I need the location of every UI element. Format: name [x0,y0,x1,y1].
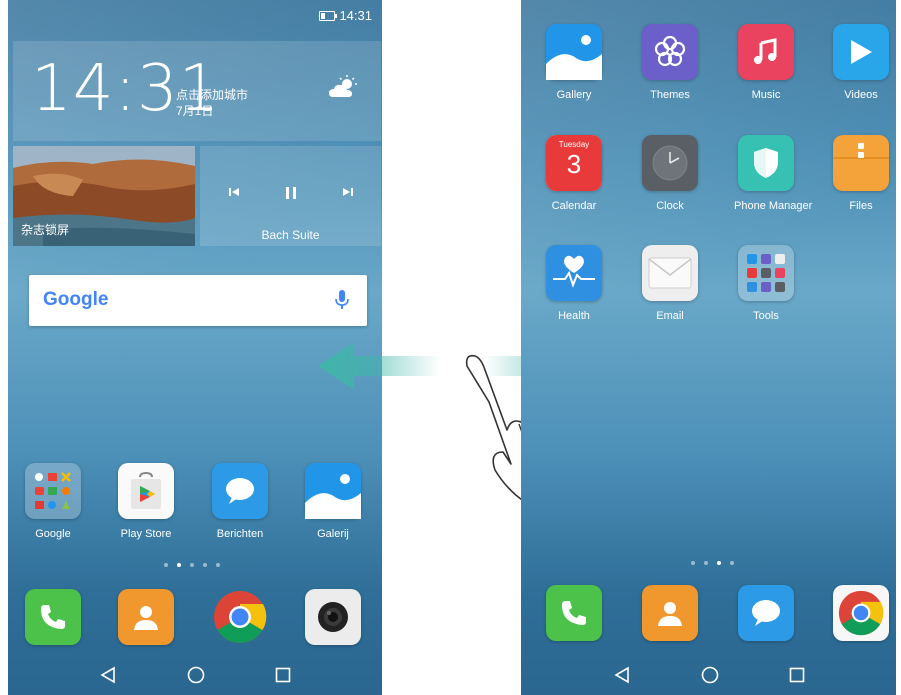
envelope-icon [642,245,698,301]
play-store-icon [118,463,174,519]
page-indicator [164,563,220,567]
app-email[interactable]: Email [638,245,702,322]
app-themes[interactable]: Themes [638,24,702,101]
microphone-icon[interactable] [335,289,349,311]
app-label: Galerij [317,528,349,540]
navigation-bar [8,655,382,695]
status-bar: 14:31 [319,8,372,23]
app-label: Videos [844,89,878,101]
dock-chrome[interactable] [829,585,893,641]
chat-bubble-icon [738,585,794,641]
home-icon[interactable] [701,666,719,684]
dock-messages[interactable] [734,585,798,641]
app-label: Themes [650,89,690,101]
google-logo-text: Google [43,289,109,310]
app-clock[interactable]: Clock [638,135,702,212]
gallery-icon [305,463,361,519]
dock-contacts[interactable] [638,585,702,641]
app-label: Gallery [556,89,592,101]
themes-flower-icon [642,24,698,80]
app-label: Health [558,310,590,322]
phone-icon [25,589,81,645]
app-label: Tools [753,310,779,322]
dock-camera[interactable] [301,589,365,645]
app-label: Files [849,200,873,212]
app-label: Email [656,310,684,322]
app-gallery[interactable]: Gallery [542,24,606,101]
recents-icon[interactable] [275,667,291,683]
music-widget: Bach Suite [200,146,381,246]
app-play-store[interactable]: Play Store [114,463,178,540]
folder-icon [738,245,794,301]
calendar-day-name: Tuesday [558,140,590,149]
partly-cloudy-icon [329,75,357,97]
music-note-icon [738,24,794,80]
play-icon [833,24,889,80]
chrome-icon [212,589,268,645]
app-gallery[interactable]: Galerij [301,463,365,540]
app-music[interactable]: Music [734,24,798,101]
app-label: Calendar [551,200,597,212]
app-tools-folder[interactable]: Tools [734,245,798,322]
chrome-icon [833,585,889,641]
chat-bubble-icon [212,463,268,519]
swipe-left-arrow-icon [318,342,440,390]
app-label: Music [751,89,781,101]
camera-icon [305,589,361,645]
shield-icon [738,135,794,191]
app-label: Phone Manager [734,200,813,212]
app-files[interactable]: Files [829,135,893,212]
contacts-icon [118,589,174,645]
app-google-folder[interactable]: Google [21,463,85,540]
app-label: Google [35,528,71,540]
previous-track-icon[interactable] [228,186,240,198]
home-icon[interactable] [187,666,205,684]
calendar-icon: Tuesday 3 [546,135,602,191]
folder-file-icon [833,135,889,191]
recents-icon[interactable] [789,667,805,683]
dock-phone[interactable] [21,589,85,645]
google-search-bar[interactable]: Google [29,275,367,326]
app-calendar[interactable]: Tuesday 3 Calendar [542,135,606,212]
navigation-bar [521,655,896,695]
gallery-icon [546,24,602,80]
back-icon[interactable] [613,666,631,684]
app-health[interactable]: Health [542,245,606,322]
app-label: Berichten [216,528,264,540]
google-logo: Google [43,289,108,311]
phone-icon [546,585,602,641]
next-track-icon[interactable] [342,186,354,198]
magazine-unlock-widget[interactable]: 杂志锁屏 [13,146,195,246]
add-city-link[interactable]: 点击添加城市 [176,87,248,103]
status-time: 14:31 [339,8,372,23]
music-title: Bach Suite [261,228,320,242]
dock-phone[interactable] [542,585,606,641]
battery-icon [319,10,338,21]
calendar-day-number: 3 [566,149,582,179]
health-heart-icon [546,245,602,301]
app-label: Play Store [120,528,172,540]
app-messages[interactable]: Berichten [208,463,272,540]
back-icon[interactable] [99,666,117,684]
pause-icon[interactable] [284,186,298,200]
folder-icon [25,463,81,519]
clock-icon [642,135,698,191]
clock-date: 7月1日 [176,104,214,118]
app-label: Clock [656,200,684,212]
contacts-icon [642,585,698,641]
weather-clock-widget[interactable]: 14:31 点击添加城市 7月1日 [13,41,381,141]
app-phone-manager[interactable]: Phone Manager [734,135,813,212]
dock-contacts[interactable] [114,589,178,645]
app-videos[interactable]: Videos [829,24,893,101]
magazine-label: 杂志锁屏 [21,223,70,237]
dock-chrome[interactable] [208,589,272,645]
home-screen-right: Gallery Themes Music Videos Tuesday 3 Ca… [521,0,896,695]
page-indicator [691,561,734,565]
